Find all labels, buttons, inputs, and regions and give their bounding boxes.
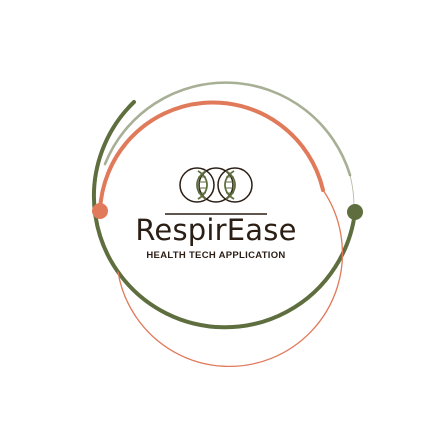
brand-name: RespirEase [135,213,297,247]
outer-thin-arc-tail [349,174,355,209]
interlocking-lungs-icon [179,167,253,203]
brand-tagline: HEALTH TECH APPLICATION [146,250,286,261]
